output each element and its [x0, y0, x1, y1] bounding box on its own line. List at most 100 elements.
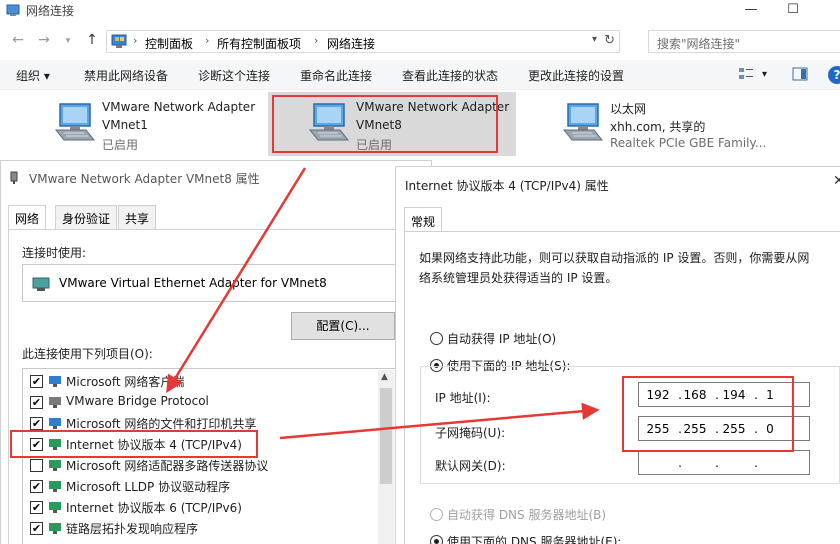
component-item[interactable]: ✔ Microsoft LLDP 协议驱动程序 [23, 476, 383, 497]
component-label: Microsoft 网络适配器多路传送器协议 [66, 459, 269, 473]
close-icon[interactable]: ✕ [833, 173, 840, 189]
tab-sharing[interactable]: 共享 [118, 205, 157, 229]
window-titlebar: 网络连接 — ☐ [0, 0, 840, 22]
view-status-button[interactable]: 查看此连接的状态 [402, 67, 498, 84]
forward-arrow-icon[interactable]: → [34, 32, 54, 48]
checkbox[interactable] [30, 459, 43, 472]
recent-chevron-icon[interactable]: ▾ [58, 36, 78, 46]
component-item[interactable]: ✔ 链路层拓扑发现响应程序 [23, 518, 383, 539]
breadcrumb-separator: › [205, 34, 210, 47]
component-icon [49, 376, 61, 387]
dialog-title: VMware Network Adapter VMnet8 属性 [29, 172, 260, 186]
component-label: Microsoft 网络客户端 [66, 375, 185, 389]
breadcrumb-all-items[interactable]: 所有控制面板项 [217, 35, 301, 52]
subnet-mask-label: 子网掩码(U): [435, 426, 506, 440]
rename-button[interactable]: 重命名此连接 [300, 67, 372, 84]
refresh-icon[interactable]: ↻ [604, 33, 615, 48]
gateway-label: 默认网关(D): [435, 459, 506, 473]
radio-button-icon [430, 535, 443, 544]
adapter-status: 已启用 [102, 138, 139, 152]
up-arrow-icon[interactable]: ↑ [82, 32, 102, 48]
disable-device-button[interactable]: 禁用此网络设备 [84, 67, 168, 84]
checkbox[interactable]: ✔ [30, 396, 43, 409]
minimize-button[interactable]: — [728, 0, 774, 22]
component-item[interactable]: ✔ VMware Bridge Protocol [23, 392, 383, 413]
component-icon [49, 502, 61, 513]
component-item[interactable]: ✔ Microsoft 网络客户端 [23, 371, 383, 392]
checkbox[interactable]: ✔ [30, 522, 43, 535]
annotation-highlight-ipv4 [10, 430, 258, 458]
breadcrumb-control-panel[interactable]: 控制面板 [145, 35, 193, 52]
control-panel-icon [111, 34, 127, 48]
manual-dns-radio[interactable]: 使用下面的 DNS 服务器地址(E): [430, 533, 621, 544]
adapter-vmnet1[interactable]: VMware Network Adapter VMnet1 已启用 [46, 92, 266, 156]
adapter-ethernet[interactable]: 以太网 xhh.com, 共享的 Realtek PCIe GBE Family… [554, 92, 838, 156]
ipv4-properties-dialog: Internet 协议版本 4 (TCP/IPv4) 属性 ✕ 常规 [395, 166, 840, 544]
checkbox[interactable]: ✔ [30, 417, 43, 430]
checkbox[interactable]: ✔ [30, 375, 43, 388]
address-bar[interactable]: › 控制面板 › 所有控制面板项 › 网络连接 ▾ ↻ [106, 30, 620, 53]
component-label: VMware Bridge Protocol [66, 394, 209, 408]
components-scrollbar[interactable]: ▲ [378, 370, 394, 544]
adapter-name: 以太网 [610, 102, 647, 116]
annotation-highlight-vmnet8 [272, 95, 498, 153]
maximize-button[interactable]: ☐ [770, 0, 816, 22]
adapter-card-icon [32, 277, 50, 291]
preview-pane-icon[interactable] [792, 67, 808, 81]
window-title: 网络连接 [26, 4, 75, 18]
network-adapter-icon [562, 103, 604, 141]
adapter-status: Realtek PCIe GBE Family... [610, 136, 767, 150]
back-arrow-icon[interactable]: ← [8, 32, 28, 48]
adapter-dialog-icon [10, 171, 18, 184]
checkbox[interactable]: ✔ [30, 501, 43, 514]
dialog-title: Internet 协议版本 4 (TCP/IPv4) 属性 [405, 179, 609, 193]
tab-network[interactable]: 网络 [8, 205, 47, 230]
component-icon [49, 460, 61, 471]
address-dropdown-icon[interactable]: ▾ [592, 34, 597, 45]
scroll-thumb[interactable] [380, 388, 392, 484]
adapter-sub: VMnet1 [102, 118, 148, 132]
component-item[interactable]: ✔ Internet 协议版本 6 (TCP/IPv6) [23, 497, 383, 518]
ip-address-label: IP 地址(I): [435, 391, 491, 405]
auto-ip-radio[interactable]: 自动获得 IP 地址(O) [430, 330, 556, 347]
view-dropdown-icon[interactable]: ▾ [762, 69, 767, 80]
gateway-field[interactable]: . . . [638, 450, 810, 475]
scroll-up-icon[interactable]: ▲ [381, 372, 388, 382]
checkbox[interactable]: ✔ [30, 480, 43, 493]
command-bar: 组织 ▾ 禁用此网络设备 诊断这个连接 重命名此连接 查看此连接的状态 更改此连… [0, 60, 840, 90]
component-icon [49, 523, 61, 534]
component-label: 链路层拓扑发现响应程序 [66, 522, 199, 536]
diagnose-button[interactable]: 诊断这个连接 [198, 67, 270, 84]
change-settings-button[interactable]: 更改此连接的设置 [528, 67, 624, 84]
network-folder-icon [6, 4, 20, 16]
tab-authentication[interactable]: 身份验证 [55, 205, 118, 229]
component-label: Microsoft LLDP 协议驱动程序 [66, 480, 231, 494]
auto-dns-radio[interactable]: 自动获得 DNS 服务器地址(B) [430, 506, 606, 523]
breadcrumb-network-connections[interactable]: 网络连接 [327, 35, 375, 52]
annotation-highlight-ip-fields [622, 376, 794, 452]
change-view-icon[interactable] [738, 67, 754, 81]
adapter-name: VMware Network Adapter [102, 100, 256, 114]
network-adapter-icon [54, 103, 96, 141]
connect-using-label: 连接时使用: [22, 246, 87, 260]
radio-button-icon [430, 508, 443, 521]
search-placeholder: 搜索"网络连接" [657, 37, 741, 51]
tab-general[interactable]: 常规 [404, 207, 443, 232]
adapter-name-box: VMware Virtual Ethernet Adapter for VMne… [22, 264, 420, 302]
navigation-bar: ← → ▾ ↑ › 控制面板 › 所有控制面板项 › 网络连接 ▾ ↻ 搜索"网… [0, 26, 840, 56]
radio-button-icon [430, 332, 443, 345]
component-icon [49, 481, 61, 492]
component-icon [49, 397, 61, 408]
adapter-name-text: VMware Virtual Ethernet Adapter for VMne… [59, 276, 327, 290]
organize-button[interactable]: 组织 ▾ [16, 67, 50, 84]
items-label: 此连接使用下列项目(O): [22, 347, 153, 361]
component-label: Internet 协议版本 6 (TCP/IPv6) [66, 501, 242, 515]
ipv4-description: 如果网络支持此功能，则可以获取自动指派的 IP 设置。否则，你需要从网络系统管理… [419, 251, 810, 285]
breadcrumb-separator: › [314, 34, 319, 47]
search-input[interactable]: 搜索"网络连接" [648, 30, 840, 53]
component-item[interactable]: Microsoft 网络适配器多路传送器协议 [23, 455, 383, 476]
help-icon[interactable]: ? [828, 66, 840, 84]
configure-button[interactable]: 配置(C)... [291, 312, 395, 340]
component-icon [49, 418, 61, 429]
breadcrumb-separator: › [133, 34, 138, 47]
